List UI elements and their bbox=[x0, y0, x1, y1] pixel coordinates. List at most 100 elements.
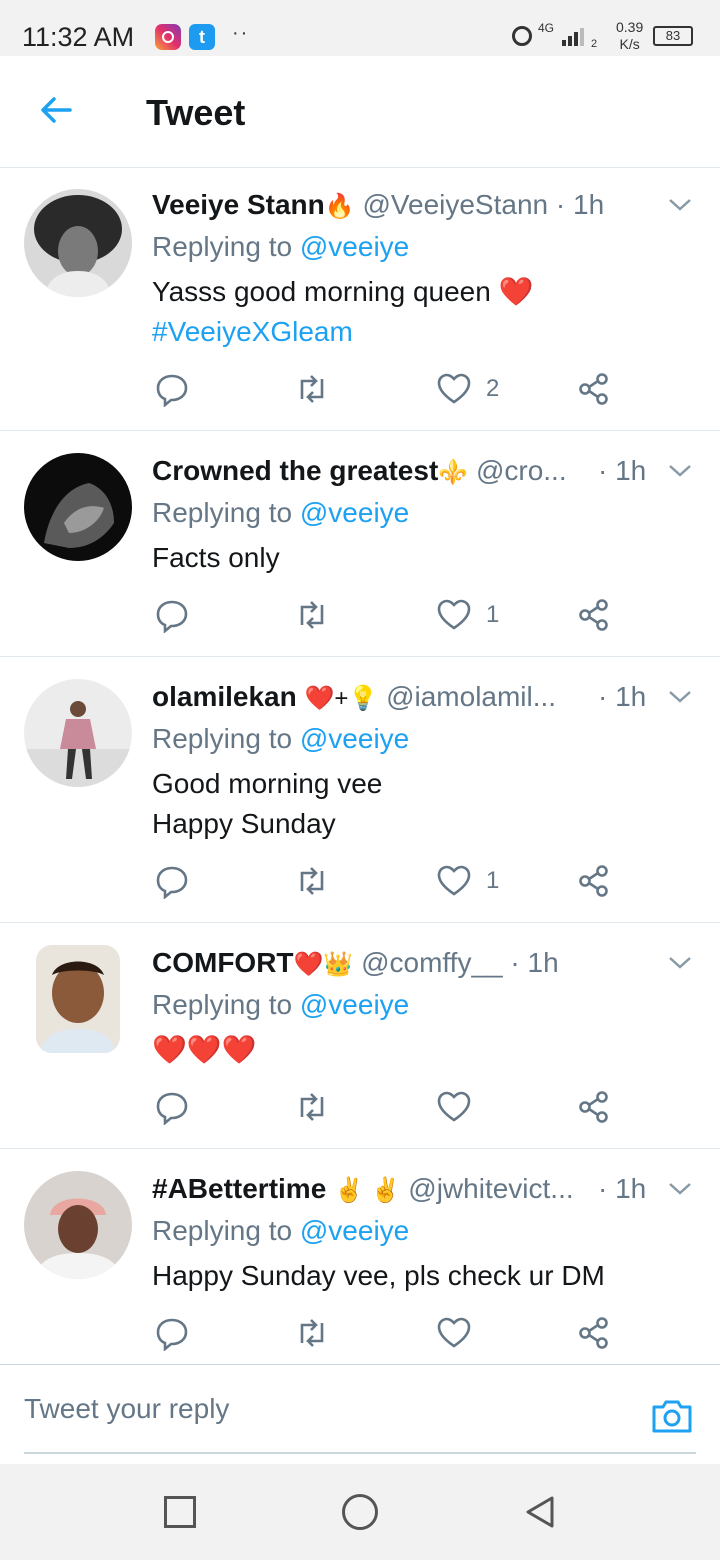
tweet-text: ❤️❤️❤️ bbox=[152, 1030, 680, 1070]
replying-handle[interactable]: @veeiye bbox=[300, 231, 409, 262]
like-button[interactable] bbox=[436, 1087, 486, 1127]
tweet-item[interactable]: olamilekan ❤️+💡 @iamolamil... · 1h Reply… bbox=[0, 657, 720, 923]
tweet-header: Veeiye Stann🔥 @VeeiyeStann · 1h bbox=[152, 185, 660, 225]
reply-icon bbox=[156, 600, 188, 633]
reply-input[interactable]: Tweet your reply bbox=[24, 1393, 229, 1425]
like-button[interactable]: 1 bbox=[436, 595, 499, 635]
share-icon bbox=[579, 373, 608, 405]
like-button[interactable] bbox=[436, 1313, 486, 1353]
share-button[interactable] bbox=[576, 861, 612, 901]
share-icon bbox=[579, 1091, 608, 1123]
chevron-down-icon[interactable] bbox=[666, 683, 694, 711]
tweet-item[interactable]: Veeiye Stann🔥 @VeeiyeStann · 1h Replying… bbox=[0, 169, 720, 431]
reply-button[interactable] bbox=[154, 1087, 190, 1127]
retweet-icon bbox=[300, 1093, 324, 1121]
user-handle[interactable]: @VeeiyeStann bbox=[362, 189, 548, 220]
reply-button[interactable] bbox=[154, 1313, 190, 1353]
retweet-button[interactable] bbox=[294, 1313, 330, 1353]
home-button[interactable] bbox=[342, 1494, 378, 1530]
retweet-button[interactable] bbox=[294, 1087, 330, 1127]
display-name[interactable]: #ABettertime bbox=[152, 1173, 326, 1204]
replying-to: Replying to @veeiye bbox=[152, 985, 409, 1025]
replying-handle[interactable]: @veeiye bbox=[300, 723, 409, 754]
user-handle[interactable]: @iamolamil... bbox=[386, 681, 556, 712]
share-icon bbox=[579, 1317, 608, 1349]
heart-icon bbox=[437, 1317, 471, 1348]
page-title: Tweet bbox=[146, 92, 246, 133]
back-arrow-icon[interactable] bbox=[36, 90, 76, 130]
tweet-text-line: Yasss good morning queen ❤️ bbox=[152, 276, 534, 307]
replying-handle[interactable]: @veeiye bbox=[300, 497, 409, 528]
like-count: 1 bbox=[486, 867, 500, 894]
reply-button[interactable] bbox=[154, 369, 190, 409]
tweet-time: · 1h bbox=[598, 681, 647, 712]
like-count: 1 bbox=[486, 601, 500, 628]
hashtag-link[interactable]: #VeeiyeXGleam bbox=[152, 312, 680, 352]
reply-button[interactable] bbox=[154, 595, 190, 635]
tweet-text-line: Happy Sunday bbox=[152, 808, 336, 839]
speed-value: 0.39 bbox=[616, 19, 644, 35]
like-button[interactable]: 2 bbox=[436, 369, 499, 409]
chevron-down-icon[interactable] bbox=[666, 949, 694, 977]
tweet-item[interactable]: COMFORT❤️👑 @comffy__ · 1h Replying to @v… bbox=[0, 923, 720, 1149]
replying-to: Replying to @veeiye bbox=[152, 1211, 409, 1251]
tweet-text: Good morning vee Happy Sunday bbox=[152, 764, 680, 844]
user-handle[interactable]: @comffy__ bbox=[361, 947, 503, 978]
avatar[interactable] bbox=[24, 1171, 132, 1279]
replying-handle[interactable]: @veeiye bbox=[300, 989, 409, 1020]
instagram-icon bbox=[155, 24, 181, 50]
avatar[interactable] bbox=[24, 453, 132, 561]
tweet-time: · 1h bbox=[598, 1173, 647, 1204]
name-emoji: ⚜️ bbox=[438, 459, 469, 486]
user-handle[interactable]: @jwhitevict... bbox=[408, 1173, 573, 1204]
replying-label: Replying to bbox=[152, 723, 293, 754]
share-icon bbox=[579, 865, 608, 897]
tweet-actions: 1 bbox=[152, 861, 632, 901]
retweet-icon bbox=[300, 1319, 324, 1347]
tweet-text: Happy Sunday vee, pls check ur DM bbox=[152, 1256, 680, 1296]
share-button[interactable] bbox=[576, 1087, 612, 1127]
retweet-button[interactable] bbox=[294, 595, 330, 635]
network-speed: 0.39 K/s bbox=[616, 19, 643, 53]
tweet-header: olamilekan ❤️+💡 @iamolamil... bbox=[152, 677, 590, 717]
display-name[interactable]: Veeiye Stann bbox=[152, 189, 325, 220]
heart-icon bbox=[437, 1091, 471, 1122]
share-button[interactable] bbox=[576, 369, 612, 409]
recents-button[interactable] bbox=[164, 1496, 196, 1528]
replying-handle[interactable]: @veeiye bbox=[300, 1215, 409, 1246]
retweet-button[interactable] bbox=[294, 369, 330, 409]
chevron-down-icon[interactable] bbox=[666, 1175, 694, 1203]
chevron-down-icon[interactable] bbox=[666, 457, 694, 485]
avatar[interactable] bbox=[36, 945, 120, 1053]
avatar[interactable] bbox=[24, 679, 132, 787]
tweet-item[interactable]: #ABettertime ✌️ ✌️ @jwhitevict... · 1h R… bbox=[0, 1149, 720, 1364]
speed-unit: K/s bbox=[619, 36, 640, 52]
back-button[interactable] bbox=[522, 1494, 558, 1530]
tweet-time: · 1h bbox=[510, 947, 559, 978]
camera-icon[interactable] bbox=[650, 1395, 694, 1435]
replying-label: Replying to bbox=[152, 989, 293, 1020]
user-handle[interactable]: @cro... bbox=[476, 455, 567, 486]
avatar[interactable] bbox=[24, 189, 132, 297]
tweet-text-line: Happy Sunday vee, pls check ur DM bbox=[152, 1260, 605, 1291]
display-name[interactable]: olamilekan bbox=[152, 681, 297, 712]
tweet-item[interactable]: Crowned the greatest⚜️ @cro... · 1h Repl… bbox=[0, 431, 720, 657]
battery-icon: 83 bbox=[653, 26, 693, 46]
reply-button[interactable] bbox=[154, 861, 190, 901]
tweet-actions bbox=[152, 1087, 632, 1127]
replying-label: Replying to bbox=[152, 497, 293, 528]
like-count: 2 bbox=[486, 375, 500, 402]
replying-to: Replying to @veeiye bbox=[152, 227, 409, 267]
display-name[interactable]: COMFORT bbox=[152, 947, 294, 978]
display-name[interactable]: Crowned the greatest bbox=[152, 455, 438, 486]
share-button[interactable] bbox=[576, 595, 612, 635]
like-button[interactable]: 1 bbox=[436, 861, 499, 901]
name-emoji: ❤️+💡 bbox=[304, 685, 379, 712]
tweet-text-line: Good morning vee bbox=[152, 768, 383, 799]
tweet-text-line: ❤️❤️❤️ bbox=[152, 1034, 257, 1065]
retweet-button[interactable] bbox=[294, 861, 330, 901]
share-button[interactable] bbox=[576, 1313, 612, 1353]
tweet-header: #ABettertime ✌️ ✌️ @jwhitevict... bbox=[152, 1169, 590, 1209]
chevron-down-icon[interactable] bbox=[666, 191, 694, 219]
system-nav-bar bbox=[0, 1464, 720, 1560]
